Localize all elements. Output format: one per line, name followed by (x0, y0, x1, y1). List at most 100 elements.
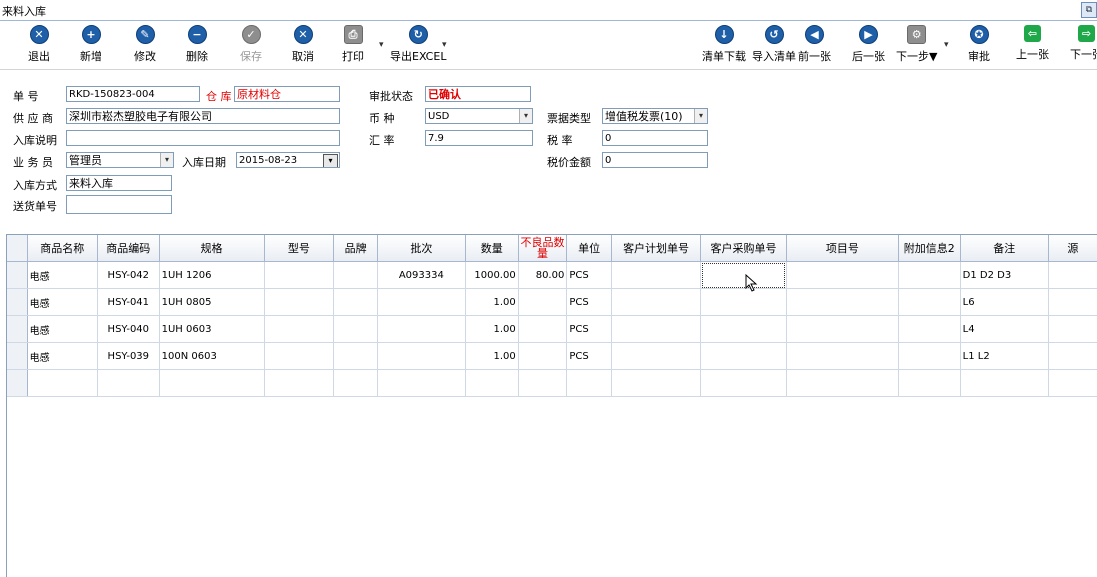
cell[interactable] (700, 261, 787, 289)
cell[interactable] (786, 369, 899, 397)
cell[interactable] (700, 342, 787, 370)
export-dropdown-icon[interactable]: ▾ (442, 40, 447, 50)
next-record-button[interactable]: ⇨ 下一张 (1070, 25, 1097, 65)
col-header[interactable]: 商品名称 (27, 235, 98, 262)
chevron-down-icon[interactable]: ▾ (519, 109, 532, 123)
invoice-type-select[interactable]: 增值税发票(10) ▾ (602, 108, 708, 124)
col-header[interactable]: 规格 (159, 235, 265, 262)
cell[interactable]: 1UH 0603 (159, 315, 265, 343)
save-button[interactable]: ✓ 保存 (240, 25, 262, 65)
chevron-down-icon[interactable]: ▾ (694, 109, 707, 123)
col-header[interactable]: 批次 (377, 235, 466, 262)
cell[interactable] (333, 288, 378, 316)
cell[interactable] (611, 315, 702, 343)
cell[interactable]: PCS (566, 342, 612, 370)
row-header[interactable] (7, 369, 28, 397)
col-header[interactable]: 商品编码 (97, 235, 160, 262)
add-button[interactable]: + 新增 (80, 25, 102, 65)
row-header[interactable] (7, 261, 28, 289)
download-list-button[interactable]: ↓ 清单下载 (702, 25, 746, 65)
col-header[interactable]: 客户计划单号 (611, 235, 702, 262)
cell[interactable]: 1.00 (465, 288, 519, 316)
col-header[interactable]: 备注 (960, 235, 1049, 262)
col-header[interactable]: 不良品数量 (518, 235, 568, 262)
cell[interactable] (611, 369, 702, 397)
cancel-button[interactable]: ✕ 取消 (292, 25, 314, 65)
table-row[interactable]: 电感 HSY-041 1UH 0805 1.00 PCS L6 (7, 288, 1097, 316)
currency-select[interactable]: USD ▾ (425, 108, 533, 124)
cell[interactable] (611, 342, 702, 370)
approve-button[interactable]: ✪ 审批 (968, 25, 990, 65)
cell[interactable] (264, 261, 335, 289)
cell[interactable] (700, 315, 787, 343)
edit-button[interactable]: ✎ 修改 (134, 25, 156, 65)
cell[interactable]: 1000.00 (465, 261, 519, 289)
cell[interactable] (1048, 288, 1097, 316)
cell[interactable]: 电感 (27, 288, 98, 316)
col-header[interactable]: 型号 (264, 235, 335, 262)
remark-field[interactable] (66, 130, 340, 146)
cell[interactable] (465, 369, 519, 397)
cell[interactable]: 电感 (27, 315, 98, 343)
supplier-field[interactable]: 深圳市崧杰塑胶电子有限公司 (66, 108, 340, 124)
date-picker[interactable]: 2015-08-23 ▾ (236, 152, 340, 168)
cell[interactable] (786, 261, 899, 289)
export-excel-button[interactable]: ↻ 导出EXCEL (390, 25, 446, 65)
cell[interactable]: 1UH 1206 (159, 261, 265, 289)
col-header[interactable]: 客户采购单号 (700, 235, 787, 262)
col-header[interactable]: 项目号 (786, 235, 899, 262)
cell[interactable]: 100N 0603 (159, 342, 265, 370)
cell[interactable]: 80.00 (518, 261, 568, 289)
cell[interactable] (898, 261, 961, 289)
row-header[interactable] (7, 288, 28, 316)
cell[interactable] (333, 315, 378, 343)
cell[interactable]: 1UH 0805 (159, 288, 265, 316)
cell[interactable]: 1.00 (465, 342, 519, 370)
col-header[interactable]: 数量 (465, 235, 519, 262)
col-header[interactable]: 附加信息2 (898, 235, 961, 262)
cell[interactable]: 电感 (27, 261, 98, 289)
tax-amount-field[interactable]: 0 (602, 152, 708, 168)
cell[interactable] (1048, 315, 1097, 343)
cell[interactable] (377, 369, 466, 397)
cell[interactable] (518, 342, 568, 370)
cell[interactable] (97, 369, 160, 397)
chevron-down-icon[interactable]: ▾ (160, 153, 173, 167)
import-list-button[interactable]: ↺ 导入清单 (752, 25, 796, 65)
cell[interactable] (1048, 369, 1097, 397)
cell[interactable] (700, 288, 787, 316)
cell[interactable]: L6 (960, 288, 1049, 316)
restore-icon[interactable]: ⧉ (1081, 2, 1097, 18)
next-sheet-button[interactable]: ▶ 后一张 (852, 25, 885, 65)
clerk-select[interactable]: 管理员 ▾ (66, 152, 174, 168)
cell[interactable]: HSY-041 (97, 288, 160, 316)
table-row[interactable]: 电感 HSY-039 100N 0603 1.00 PCS L1 L2 (7, 342, 1097, 370)
col-header[interactable]: 品牌 (333, 235, 378, 262)
cell[interactable] (1048, 342, 1097, 370)
cell[interactable]: L4 (960, 315, 1049, 343)
table-row-new[interactable] (7, 369, 1097, 397)
cell[interactable] (611, 288, 702, 316)
col-header[interactable]: 单位 (566, 235, 612, 262)
cell[interactable] (898, 315, 961, 343)
cell[interactable] (333, 369, 378, 397)
cell[interactable]: HSY-040 (97, 315, 160, 343)
cell[interactable] (333, 342, 378, 370)
cell[interactable] (786, 288, 899, 316)
tax-rate-field[interactable]: 0 (602, 130, 708, 146)
doc-no-field[interactable]: RKD-150823-004 (66, 86, 200, 102)
calendar-dropdown-icon[interactable]: ▾ (323, 154, 338, 167)
cell[interactable] (377, 288, 466, 316)
cell[interactable] (898, 288, 961, 316)
col-header[interactable]: 源 (1048, 235, 1097, 262)
cell[interactable] (518, 315, 568, 343)
cell[interactable]: HSY-042 (97, 261, 160, 289)
cell[interactable] (1048, 261, 1097, 289)
exit-button[interactable]: ✕ 退出 (28, 25, 50, 65)
cell[interactable] (898, 342, 961, 370)
delete-button[interactable]: − 删除 (186, 25, 208, 65)
cell[interactable] (898, 369, 961, 397)
cell[interactable] (264, 288, 335, 316)
cell[interactable]: 电感 (27, 342, 98, 370)
cell[interactable] (377, 315, 466, 343)
